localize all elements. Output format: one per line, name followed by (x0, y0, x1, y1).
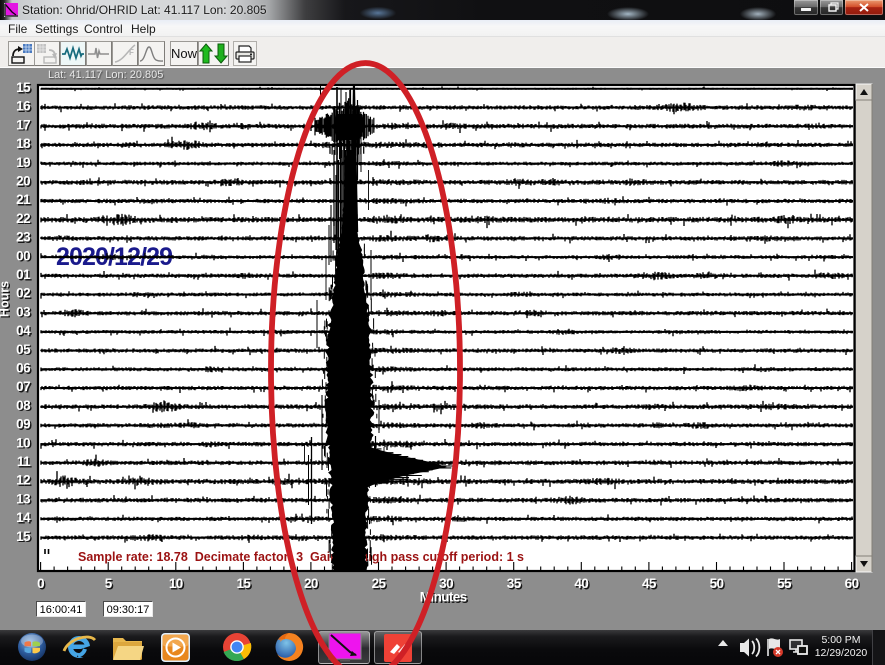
svg-text:01: 01 (16, 267, 31, 282)
svg-text:Minutes: Minutes (420, 590, 467, 605)
svg-text:25: 25 (372, 576, 387, 591)
svg-text:15: 15 (16, 529, 31, 544)
svg-text:17: 17 (16, 117, 30, 132)
svg-text:40: 40 (574, 576, 588, 591)
svg-text:35: 35 (507, 576, 522, 591)
svg-text:21: 21 (16, 192, 31, 207)
svg-text:07: 07 (16, 379, 30, 394)
svg-text:Hours: Hours (0, 281, 12, 317)
svg-text:04: 04 (16, 323, 31, 338)
svg-text:20: 20 (16, 174, 30, 189)
svg-text:Sample rate: 18.78 Decimate f: Sample rate: 18.78 Decimate factor: 3 Ga… (78, 550, 524, 564)
svg-text:50: 50 (710, 576, 724, 591)
svg-text:5: 5 (105, 576, 113, 591)
svg-text:F: F (129, 48, 134, 57)
svg-text:03: 03 (16, 304, 31, 319)
svg-text:16: 16 (16, 99, 31, 114)
svg-text:05: 05 (16, 342, 31, 357)
svg-text:02: 02 (16, 286, 30, 301)
svg-text:12: 12 (16, 473, 30, 488)
svg-text:14: 14 (16, 510, 31, 525)
svg-text:13: 13 (16, 491, 31, 506)
svg-text:08: 08 (16, 398, 31, 413)
svg-text:18: 18 (16, 136, 31, 151)
svg-text:00: 00 (16, 248, 30, 263)
svg-text:19: 19 (16, 155, 30, 170)
svg-text:11: 11 (17, 454, 31, 469)
svg-text:09: 09 (16, 417, 30, 432)
svg-text:23: 23 (16, 230, 31, 245)
svg-text:10: 10 (16, 435, 30, 450)
svg-text:45: 45 (642, 576, 657, 591)
svg-text:10: 10 (169, 576, 183, 591)
svg-text:06: 06 (16, 361, 31, 376)
svg-text:15: 15 (236, 576, 251, 591)
svg-text:55: 55 (777, 576, 792, 591)
svg-text:0: 0 (37, 576, 44, 591)
svg-text:22: 22 (16, 211, 30, 226)
svg-text:15: 15 (16, 80, 31, 95)
svg-text:60: 60 (845, 576, 859, 591)
svg-text:20: 20 (304, 576, 318, 591)
